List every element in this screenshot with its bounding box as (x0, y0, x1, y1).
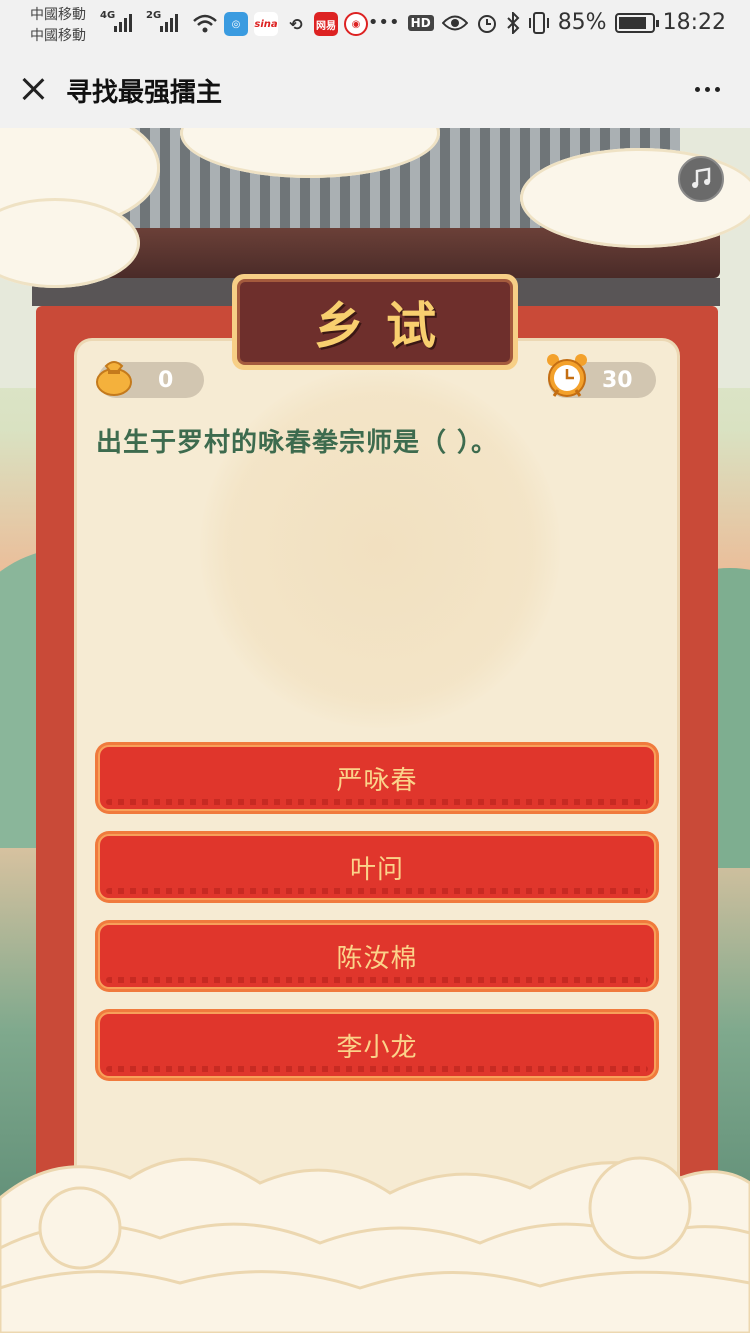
nav-bar: 寻找最强擂主 (0, 52, 750, 128)
answer-option-label: 严咏春 (336, 765, 418, 796)
carrier-info: 中國移動 中國移動 (30, 5, 86, 47)
signal-icon (160, 14, 178, 32)
network-type-2: 2G (146, 10, 162, 21)
money-bag-icon (96, 361, 132, 396)
close-icon[interactable] (18, 74, 48, 104)
clock-time: 18:22 (662, 10, 726, 35)
question-text: 出生于罗村的咏春拳宗师是（ ）。 (96, 428, 499, 458)
stage-plaque: 乡试 (232, 274, 518, 370)
battery-percent: 85% (557, 10, 607, 35)
bottom-cloud-decoration (0, 1156, 750, 1333)
weibo-icon: ◉ (344, 12, 368, 36)
wifi-icon (193, 14, 217, 33)
alarm-clock-icon (547, 354, 587, 397)
page-title: 寻找最强擂主 (66, 78, 223, 108)
answer-option-3[interactable]: 陈汝棉 (95, 920, 659, 992)
answer-option-4[interactable]: 李小龙 (95, 1009, 659, 1081)
bluetooth-icon (506, 11, 520, 34)
network-type-1: 4G (100, 10, 116, 21)
answer-option-label: 李小龙 (336, 1032, 418, 1063)
stage-title: 乡试 (314, 296, 458, 355)
coin-count: 0 (158, 367, 174, 393)
status-bar: 中國移動 中國移動 4G 2G ◎ sina ⟲ 网易 ◉ ••• HD 85%… (0, 0, 750, 52)
sina-icon: sina (254, 12, 278, 36)
game-area: 乡试 0 30 出生于罗村的咏春拳宗师是（ ）。 严咏春 叶问 陈汝棉 李小龙 (0, 128, 750, 1333)
carrier-2: 中國移動 (30, 28, 86, 44)
music-icon (692, 167, 711, 188)
carrier-1: 中國移動 (30, 7, 86, 23)
eye-icon (441, 15, 468, 30)
coin-counter: 0 (96, 361, 204, 398)
countdown-timer: 30 (547, 354, 656, 398)
netease-icon: 网易 (314, 12, 338, 36)
answer-option-label: 陈汝棉 (336, 943, 418, 974)
timer-value: 30 (602, 367, 633, 393)
more-dots-icon: ••• (367, 12, 400, 33)
app-notification-icon: ◎ (224, 12, 248, 36)
music-toggle-button[interactable] (678, 156, 724, 202)
alarm-icon (477, 14, 496, 33)
answer-option-2[interactable]: 叶问 (95, 831, 659, 903)
answer-option-label: 叶问 (349, 854, 404, 885)
battery-icon (614, 12, 659, 33)
sync-icon: ⟲ (289, 14, 303, 34)
answer-option-1[interactable]: 严咏春 (95, 742, 659, 814)
more-icon[interactable] (695, 87, 720, 92)
vibrate-icon (528, 11, 549, 34)
signal-icon (114, 14, 132, 32)
hd-badge: HD (407, 14, 434, 31)
